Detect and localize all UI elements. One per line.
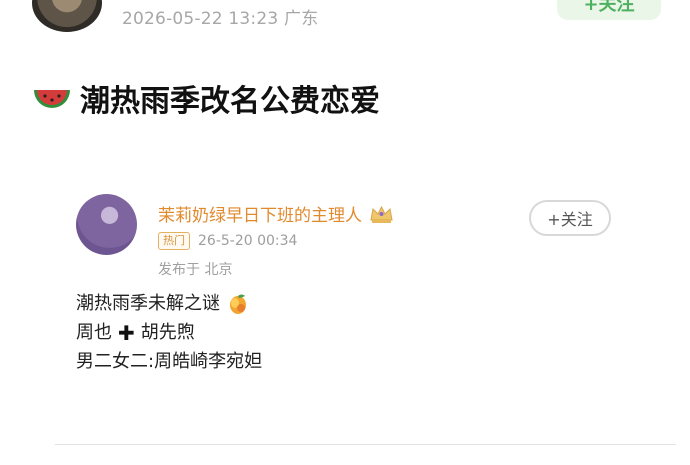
headline: 潮热雨季改名公费恋爱 xyxy=(30,76,380,120)
body-line-1: 潮热雨季未解之谜 xyxy=(76,289,262,318)
watermelon-icon xyxy=(30,76,74,120)
bottom-divider xyxy=(55,444,641,445)
bottom-divider-right xyxy=(620,444,676,445)
top-follow-button[interactable]: +关注 xyxy=(557,0,661,20)
post-title: 潮热雨季改名公费恋爱 xyxy=(80,84,380,119)
card-author-name[interactable]: 茉莉奶绿早日下班的主理人 xyxy=(158,201,362,226)
card-author-row: 茉莉奶绿早日下班的主理人 xyxy=(158,201,395,226)
body-line-3: 男二女二:周皓崎李宛妲 xyxy=(76,347,262,376)
top-meta: 2026-05-22 13:23 广东 xyxy=(122,9,319,29)
body-text-2: 周也 xyxy=(76,322,112,343)
card-follow-button[interactable]: +关注 xyxy=(529,200,611,236)
card-location: 发布于 北京 xyxy=(158,262,233,278)
body-line-2: 周也 ✚ 胡先煦 xyxy=(76,318,262,347)
card-date-time: 26-5-20 00:34 xyxy=(198,233,298,249)
top-avatar[interactable] xyxy=(32,0,102,32)
card-meta: 热门 26-5-20 00:34 xyxy=(158,232,297,250)
body-text-4: 男二女二:周皓崎李宛妲 xyxy=(76,351,263,372)
heavy-plus-icon: ✚ xyxy=(118,320,135,345)
body-text-3: 胡先煦 xyxy=(140,322,195,343)
crown-icon xyxy=(368,202,395,226)
post-body: 潮热雨季未解之谜 周也 ✚ 胡先煦 男二女二:周皓崎李宛妲 xyxy=(76,289,262,376)
hot-badge: 热门 xyxy=(158,232,190,250)
card-avatar[interactable] xyxy=(76,194,137,255)
mango-icon xyxy=(226,292,250,316)
body-text-1: 潮热雨季未解之谜 xyxy=(76,293,220,314)
